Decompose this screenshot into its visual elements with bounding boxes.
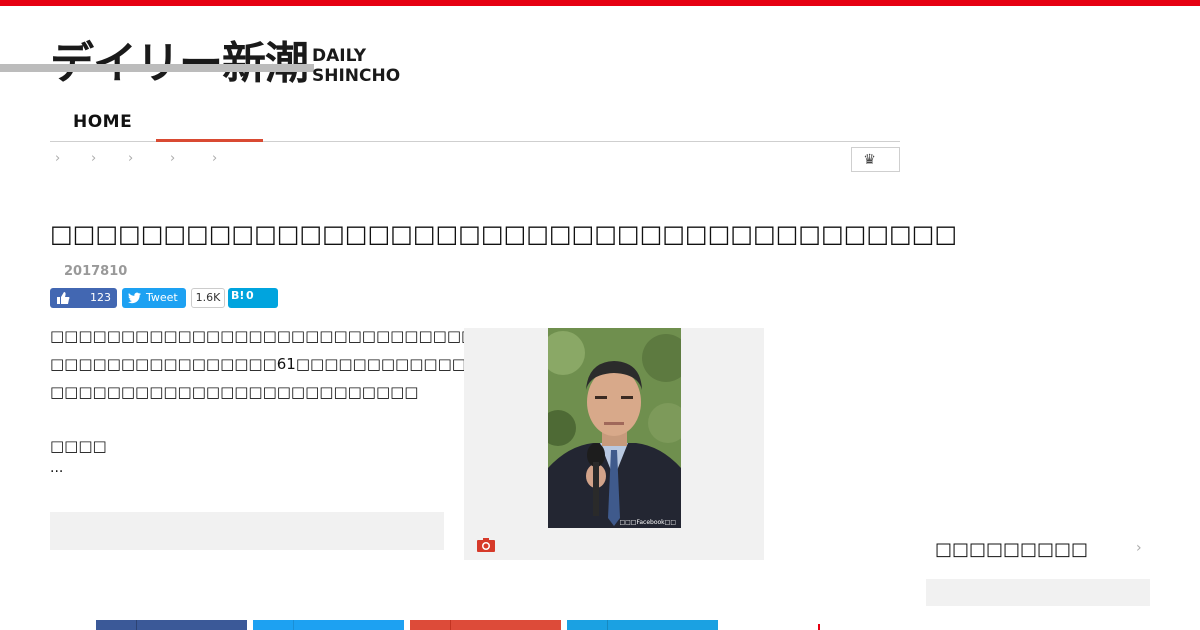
sidebar-placeholder xyxy=(926,579,1150,606)
twitter-bird-icon xyxy=(128,292,141,304)
photo-frame: □□□Facebook□□ xyxy=(464,328,764,560)
facebook-like-button[interactable]: 123 xyxy=(50,288,117,308)
chevron-right-icon[interactable]: › xyxy=(1136,540,1142,556)
bottom-hatena-share-button[interactable] xyxy=(567,620,718,630)
portrait-image: □□□Facebook□□ xyxy=(548,328,681,528)
ranking-button[interactable]: ♛ xyxy=(851,147,900,172)
bottom-googleplus-share-button[interactable] xyxy=(410,620,561,630)
tweet-label: Tweet xyxy=(146,291,178,304)
article-photo[interactable]: □□□Facebook□□ xyxy=(548,328,681,528)
bottom-facebook-share-button[interactable] xyxy=(96,620,247,630)
lead-line: □□□□□□□□□□□□□□□□□□□□□□□□□□ xyxy=(50,383,419,401)
logo-en-line1: DAILY xyxy=(312,46,367,66)
tweet-button[interactable]: Tweet xyxy=(122,288,186,308)
sidebar-section-title[interactable]: □□□□□□□□□ xyxy=(935,538,1088,562)
breadcrumb-separator[interactable]: › xyxy=(128,151,133,166)
main-nav: HOME xyxy=(50,110,900,142)
breadcrumb-separator[interactable]: › xyxy=(170,151,175,166)
breadcrumb-separator[interactable]: › xyxy=(91,151,96,166)
logo-band xyxy=(0,64,314,72)
site-logo[interactable]: デイリー新潮 DAILY SHINCHO xyxy=(0,26,401,86)
button-divider xyxy=(607,620,608,630)
lead-line: □□□□□□□□□□□□□□□□61□□□□□□□□□□□□□□□□□□□□□□… xyxy=(50,355,622,373)
button-divider xyxy=(136,620,137,630)
thumbs-up-icon xyxy=(57,292,70,304)
lead-line: □□□□□□□□□□□□□□□□□□□□□□□□□□□□□□□□□□□□□□□□ xyxy=(50,327,617,345)
red-marker xyxy=(818,624,820,630)
article-date: 2017810 xyxy=(64,264,128,279)
nav-active-indicator xyxy=(156,139,263,142)
hatena-label: B! xyxy=(231,289,245,302)
facebook-like-count: 123 xyxy=(90,291,111,304)
ellipsis: ... xyxy=(50,460,64,476)
crown-icon: ♛ xyxy=(863,151,876,168)
logo-english: DAILY SHINCHO xyxy=(0,46,401,86)
button-divider xyxy=(293,620,294,630)
article-title: □□□□□□□□□□□□□□□□□□□□□□□□□□□□□□□□□□□□□□□□ xyxy=(50,220,958,248)
button-divider xyxy=(450,620,451,630)
breadcrumb-separator[interactable]: › xyxy=(55,151,60,166)
tweet-count[interactable]: 1.6K xyxy=(191,288,225,308)
breadcrumb-separator[interactable]: › xyxy=(212,151,217,166)
photo-caption: □□□Facebook□□ xyxy=(619,519,676,526)
read-more-label: □□□□ xyxy=(50,437,107,455)
ad-placeholder xyxy=(50,512,444,550)
logo-en-line2: SHINCHO xyxy=(312,66,401,86)
camera-icon[interactable] xyxy=(477,538,495,552)
bottom-twitter-share-button[interactable] xyxy=(253,620,404,630)
top-accent-bar xyxy=(0,0,1200,6)
nav-home-link[interactable]: HOME xyxy=(73,112,132,132)
article-lead: □□□□□□□□□□□□□□□□□□□□□□□□□□□□□□□□□□□□□□□□… xyxy=(50,322,622,406)
hatena-count: 0 xyxy=(246,289,254,302)
hatena-bookmark-button[interactable]: B! 0 xyxy=(228,288,278,308)
